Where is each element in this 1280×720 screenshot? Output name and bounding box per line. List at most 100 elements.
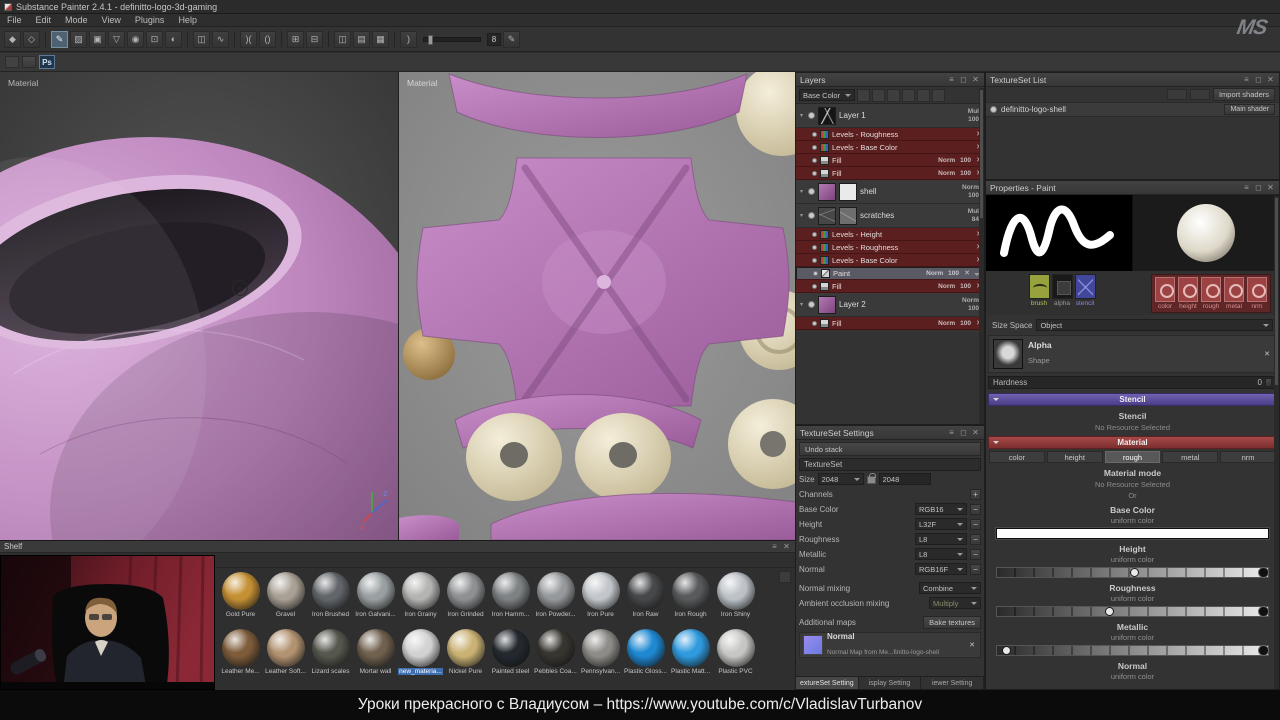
alpha-mode-button[interactable]: alpha xyxy=(1051,274,1073,307)
height-slider[interactable] xyxy=(996,567,1269,578)
tab-textureset-settings[interactable]: extureSet Setting xyxy=(796,677,859,689)
channel-filter-select[interactable]: Base Color xyxy=(799,89,855,101)
remove-effect-button[interactable]: ✕ xyxy=(962,268,972,279)
base-color-swatch[interactable] xyxy=(996,528,1269,539)
remove-channel-button[interactable]: − xyxy=(970,534,981,545)
layer-row-shell[interactable]: ▾ shell Norm100 xyxy=(796,180,984,204)
panel-close-icon[interactable]: ✕ xyxy=(1266,75,1275,84)
pen-pressure-icon[interactable]: ✎ xyxy=(503,31,520,48)
effect-row-levels-roughness[interactable]: Levels - Roughness ✕ xyxy=(796,128,984,141)
material-item[interactable]: Painted steel xyxy=(488,627,533,684)
tab-metal[interactable]: metal xyxy=(1162,451,1218,463)
stepper-icon[interactable] xyxy=(1265,378,1272,387)
eraser-tool-icon[interactable]: ▨ xyxy=(70,31,87,48)
brush-tool-icon[interactable]: ✎ xyxy=(51,31,68,48)
effect-row-fill[interactable]: Fill Norm100 ✕ xyxy=(796,167,984,180)
stencil-mode-button[interactable]: stencil xyxy=(1074,274,1096,307)
visibility-icon[interactable] xyxy=(808,301,815,308)
brush-size-value[interactable]: 8 xyxy=(487,33,501,46)
remove-channel-button[interactable]: − xyxy=(970,549,981,560)
tab-nrm[interactable]: nrm xyxy=(1220,451,1276,463)
delete-layer-icon[interactable] xyxy=(932,89,945,102)
material-item[interactable]: Pennsylvan... xyxy=(578,627,623,684)
menu-plugins[interactable]: Plugins xyxy=(128,15,172,25)
effect-row-levels-basecolor[interactable]: Levels - Base Color ✕ xyxy=(796,254,984,267)
add-effect-icon[interactable] xyxy=(857,89,870,102)
slider-handle[interactable] xyxy=(428,35,433,45)
effect-row-paint-selected[interactable]: Paint Norm100 ✕ xyxy=(796,267,984,280)
menu-view[interactable]: View xyxy=(95,15,128,25)
remove-channel-button[interactable]: − xyxy=(970,564,981,575)
expand-toggle-icon[interactable]: ▾ xyxy=(798,301,805,308)
display-mode-icon[interactable] xyxy=(22,56,36,68)
lock-icon[interactable] xyxy=(867,476,876,484)
normal-mixing-select[interactable]: Combine xyxy=(919,582,981,594)
panel-menu-icon[interactable]: ≡ xyxy=(770,542,779,551)
material-item[interactable]: Plastic Gloss... xyxy=(623,627,668,684)
tab-color[interactable]: color xyxy=(989,451,1045,463)
effect-row-fill[interactable]: Fill Norm100 ✕ xyxy=(796,317,984,330)
panel-menu-icon[interactable]: ≡ xyxy=(947,428,956,437)
material-item[interactable]: Mortar wall xyxy=(353,627,398,684)
material-item[interactable]: Iron Powder... xyxy=(533,570,578,627)
expand-toggle-icon[interactable]: ▾ xyxy=(798,188,805,195)
visibility-icon[interactable] xyxy=(808,112,815,119)
material-item[interactable]: Iron Pure xyxy=(578,570,623,627)
channel-metal-button[interactable]: metal xyxy=(1223,277,1245,310)
material-item[interactable]: Plastic Matt... xyxy=(668,627,713,684)
slider-knob[interactable] xyxy=(1130,568,1139,577)
viewport-settings-icon[interactable] xyxy=(5,56,19,68)
visibility-icon[interactable] xyxy=(812,284,817,289)
layers-scrollbar[interactable] xyxy=(979,88,984,424)
channel-height-button[interactable]: height xyxy=(1177,277,1199,310)
clone-tool-icon[interactable]: ⊡ xyxy=(146,31,163,48)
material-item[interactable]: Iron Brushed xyxy=(308,570,353,627)
gem-solid-icon[interactable]: ◆ xyxy=(4,31,21,48)
material-item[interactable]: Leather Me... xyxy=(218,627,263,684)
normal-map-card[interactable]: Normal Normal Map from Me...finitto-logo… xyxy=(799,632,981,658)
textureset-item-row[interactable]: definitto-logo-shell Main shader xyxy=(986,102,1279,117)
expand-toggle-icon[interactable]: ▾ xyxy=(798,112,805,119)
tab-rough[interactable]: rough xyxy=(1105,451,1161,463)
effect-row-levels-basecolor[interactable]: Levels - Base Color ✕ xyxy=(796,141,984,154)
gem-outline-icon[interactable]: ◇ xyxy=(23,31,40,48)
menu-mode[interactable]: Mode xyxy=(58,15,95,25)
channel-nrm-button[interactable]: nrm xyxy=(1246,277,1268,310)
material-item[interactable]: Iron Galvani... xyxy=(353,570,398,627)
panel-float-icon[interactable]: ◻ xyxy=(959,428,968,437)
material-item[interactable]: Plastic PVC xyxy=(713,627,758,684)
effect-row-fill[interactable]: Fill Norm100 ✕ xyxy=(796,154,984,167)
grid-hide-icon[interactable]: ⊟ xyxy=(306,31,323,48)
visibility-icon[interactable] xyxy=(812,171,817,176)
alpha-resource-card[interactable]: Alpha Shape ✕ xyxy=(988,335,1277,373)
polygon-fill-tool-icon[interactable]: ▽ xyxy=(108,31,125,48)
photoshop-export-button[interactable]: Ps xyxy=(39,55,55,69)
import-layer-icon[interactable] xyxy=(917,89,930,102)
size-select[interactable]: 2048 xyxy=(818,473,864,485)
size-space-select[interactable]: Object xyxy=(1036,319,1273,331)
menu-edit[interactable]: Edit xyxy=(29,15,59,25)
symmetry-left-icon[interactable]: )( xyxy=(240,31,257,48)
lazy-mouse-icon[interactable]: ) xyxy=(400,31,417,48)
effect-row-levels-roughness[interactable]: Levels - Roughness ✕ xyxy=(796,241,984,254)
material-item[interactable]: Iron Hamm... xyxy=(488,570,533,627)
channel-format-select[interactable]: RGB16 xyxy=(915,503,967,515)
visibility-icon[interactable] xyxy=(808,188,815,195)
material-item[interactable]: Iron Grinded xyxy=(443,570,488,627)
hardness-field[interactable]: Hardness 0 xyxy=(988,376,1277,389)
metallic-slider[interactable] xyxy=(996,645,1269,656)
visibility-icon[interactable] xyxy=(813,271,818,276)
dual-display-icon[interactable]: ◫ xyxy=(334,31,351,48)
channel-rough-button[interactable]: rough xyxy=(1200,277,1222,310)
material-item[interactable]: Lizard scales xyxy=(308,627,353,684)
thumbnail-size-icon[interactable] xyxy=(779,571,791,583)
main-shader-button[interactable]: Main shader xyxy=(1224,104,1275,115)
brush-size-slider[interactable] xyxy=(423,37,481,42)
add-fill-layer-icon[interactable] xyxy=(872,89,885,102)
material-item[interactable]: Gold Pure xyxy=(218,570,263,627)
color-picker-dot[interactable] xyxy=(1258,567,1269,578)
panel-float-icon[interactable]: ◻ xyxy=(1254,75,1263,84)
remove-channel-button[interactable]: − xyxy=(970,504,981,515)
visibility-icon[interactable] xyxy=(812,158,817,163)
tab-height[interactable]: height xyxy=(1047,451,1103,463)
